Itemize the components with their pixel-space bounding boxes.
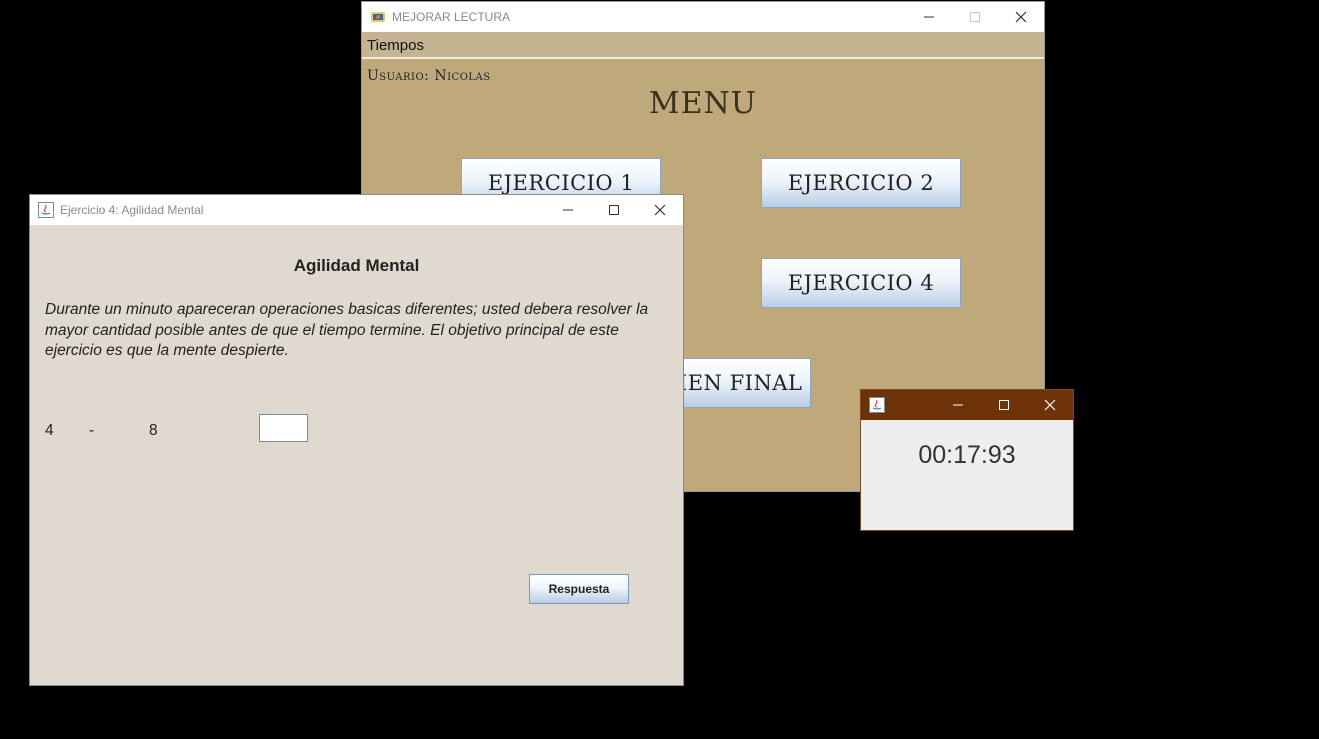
close-button[interactable] [1027, 390, 1073, 420]
maximize-icon [970, 12, 980, 22]
exercise-heading: Agilidad Mental [293, 256, 420, 275]
user-label: Usuario: Nicolas [367, 68, 491, 84]
operator: - [89, 422, 95, 439]
timer-window: 00:17:93 [860, 389, 1074, 531]
maximize-icon [999, 400, 1009, 410]
minimize-icon [953, 404, 963, 406]
exercise-titlebar[interactable]: Ejercicio 4: Agilidad Mental [30, 195, 683, 225]
minimize-icon [563, 209, 573, 211]
minimize-button[interactable] [906, 2, 952, 32]
maximize-button[interactable] [591, 195, 637, 225]
menu-tiempos[interactable]: Tiempos [367, 37, 424, 54]
timer-display: 00:17:93 [918, 441, 1016, 469]
menu-heading: MENU [648, 86, 758, 121]
exercise-description: Durante un minuto apareceran operaciones… [45, 301, 649, 359]
close-button[interactable] [637, 195, 683, 225]
close-button[interactable] [998, 2, 1044, 32]
respuesta-button[interactable]: Respuesta [529, 574, 629, 604]
java-icon [869, 397, 885, 413]
menu-bar: Tiempos [362, 32, 1044, 59]
java-icon [38, 202, 54, 218]
exercise-4-window: Ejercicio 4: Agilidad Mental Agilidad Me… [29, 194, 684, 686]
window-title: Ejercicio 4: Agilidad Mental [60, 203, 204, 217]
timer-titlebar[interactable] [861, 390, 1073, 420]
app-icon [371, 12, 385, 22]
minimize-icon [924, 16, 934, 18]
minimize-button[interactable] [935, 390, 981, 420]
exercise-4-button[interactable]: EJERCICIO 4 [761, 258, 961, 308]
close-icon [1015, 11, 1027, 23]
operand-a: 4 [45, 422, 54, 439]
answer-input[interactable] [259, 414, 308, 442]
main-titlebar[interactable]: MEJORAR LECTURA [362, 2, 1044, 32]
maximize-icon [609, 205, 619, 215]
close-icon [654, 204, 666, 216]
maximize-button[interactable] [981, 390, 1027, 420]
minimize-button[interactable] [545, 195, 591, 225]
close-icon [1044, 399, 1056, 411]
window-title: MEJORAR LECTURA [392, 10, 511, 24]
exercise-2-button[interactable]: EJERCICIO 2 [761, 158, 961, 208]
maximize-button[interactable] [952, 2, 998, 32]
operand-b: 8 [149, 422, 158, 439]
